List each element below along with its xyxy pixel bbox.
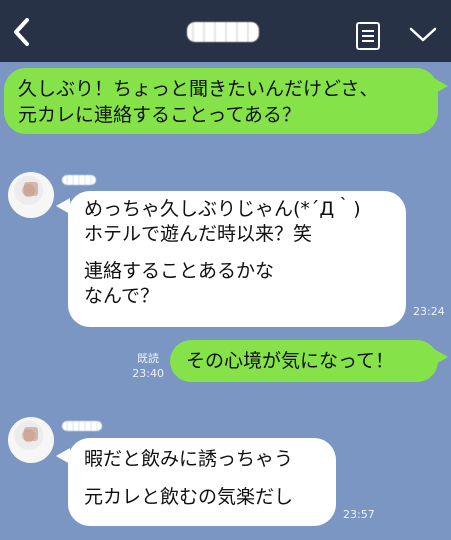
message-line: ホテルで遊んだ時以来？笑	[84, 223, 313, 245]
chevron-down-icon	[409, 27, 437, 42]
menu-button[interactable]	[408, 25, 438, 45]
message-line	[84, 247, 392, 259]
sender-name	[62, 421, 102, 431]
sender-name	[62, 175, 96, 185]
message-line: 元カレと飲むの気楽だし	[84, 486, 294, 508]
their-message-bubble[interactable]: めっちゃ久しぶりじゃん(*´Д｀) ホテルで遊んだ時以来？笑 連絡することあるか…	[68, 191, 406, 327]
avatar[interactable]	[8, 172, 54, 218]
message-time: 23:40	[132, 367, 164, 380]
their-message-bubble[interactable]: 暇だと飲みに誘っちゃう 元カレと飲むの気楽だし	[68, 438, 336, 526]
message-line: 連絡することあるかな	[84, 260, 275, 282]
note-icon	[356, 22, 380, 50]
message-line: 久しぶり！ちょっと聞きたいんだけどさ、	[18, 78, 379, 100]
back-button[interactable]	[10, 16, 34, 48]
my-message-bubble[interactable]: 久しぶり！ちょっと聞きたいんだけどさ、 元カレに連絡することってある？	[4, 68, 438, 134]
my-message-bubble[interactable]: その心境が気になって！	[170, 340, 438, 382]
message-line: めっちゃ久しぶりじゃん(*´Д｀)	[84, 198, 361, 220]
message-time: 23:57	[343, 508, 375, 521]
message-time: 23:24	[413, 305, 445, 318]
read-receipt: 既読	[137, 352, 159, 365]
message-line: なんで？	[84, 285, 160, 307]
message-line: 暇だと飲みに誘っちゃう	[84, 448, 294, 470]
message-line: その心境が気になって！	[186, 350, 395, 372]
chat-header	[0, 0, 451, 62]
message-line: 元カレに連絡することってある？	[18, 104, 301, 126]
bubble-tail	[434, 349, 448, 365]
chat-partner-name	[187, 22, 259, 42]
avatar[interactable]	[8, 417, 54, 463]
message-line	[84, 472, 336, 484]
chevron-left-icon	[14, 18, 29, 46]
note-button[interactable]	[354, 21, 382, 51]
bubble-tail	[434, 78, 448, 94]
